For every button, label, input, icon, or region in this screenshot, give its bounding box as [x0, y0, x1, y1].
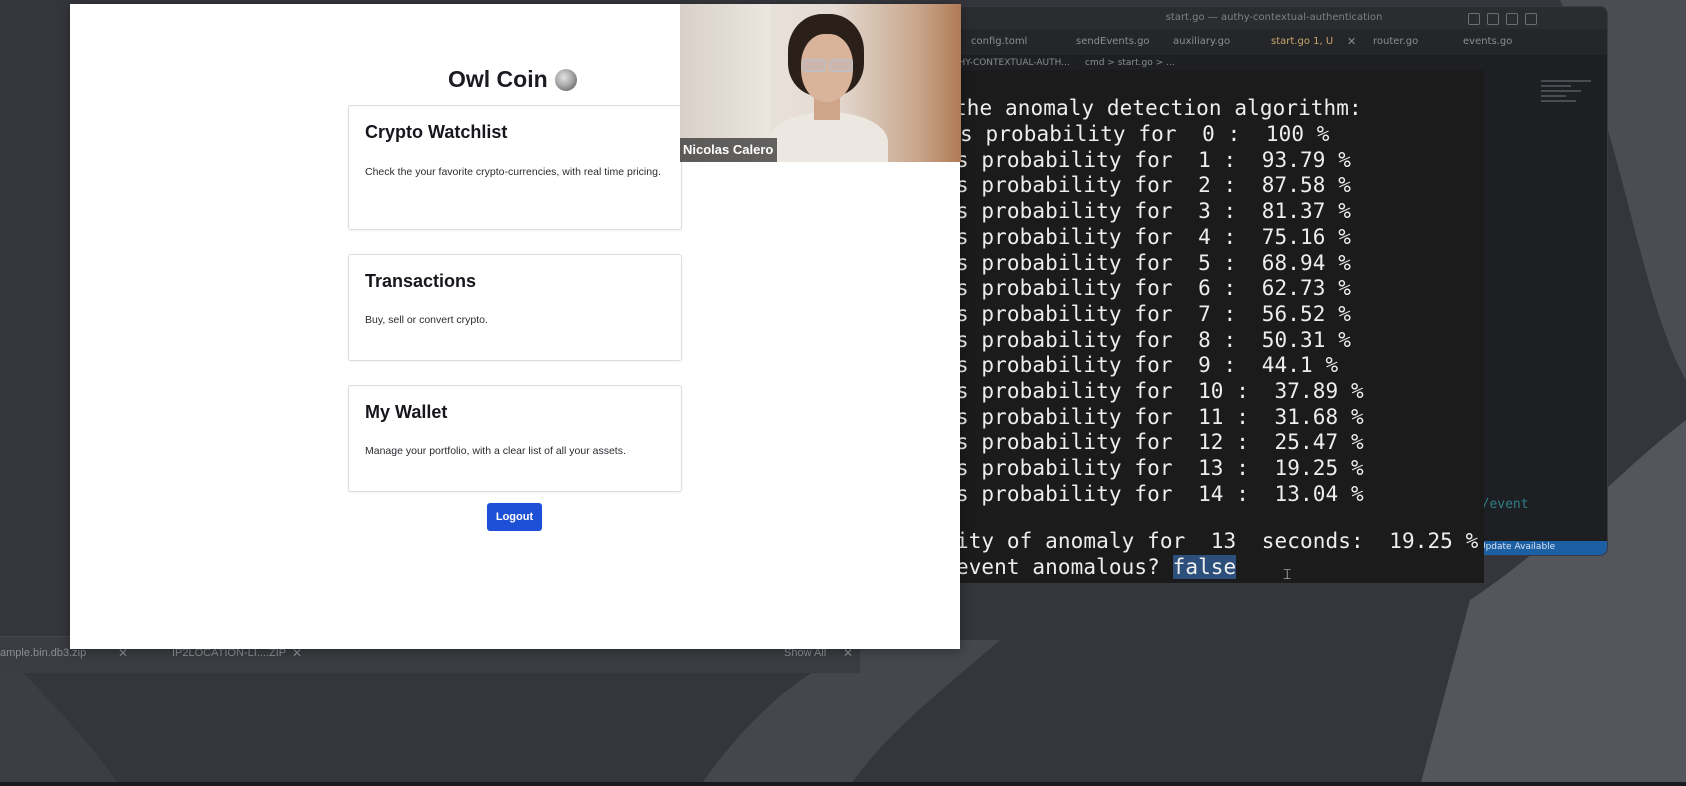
tab-start[interactable]: start.go 1, U [1271, 36, 1333, 47]
logout-button[interactable]: Logout [487, 503, 542, 531]
answer-selected-text[interactable]: false [1172, 555, 1237, 579]
breadcrumb-path[interactable]: cmd > start.go > ... [1085, 58, 1175, 68]
tab-sendevents[interactable]: sendEvents.go [1076, 36, 1150, 47]
card-title: My Wallet [365, 402, 448, 422]
my-wallet-card[interactable]: My Wallet Manage your portfolio, with a … [348, 385, 682, 492]
layout-icon[interactable] [1506, 13, 1518, 25]
minimap [1541, 77, 1591, 117]
layout-icon[interactable] [1468, 13, 1480, 25]
terminal-header-line: the anomaly detection algorithm: [954, 96, 1362, 120]
terminal-line: s probability for 0 : 100 % [960, 122, 1330, 146]
tab-auxiliary[interactable]: auxiliary.go [1173, 36, 1230, 47]
card-title: Transactions [365, 271, 477, 291]
breadcrumb-root[interactable]: THY-CONTEXTUAL-AUTH... [953, 58, 1070, 68]
tab-events[interactable]: events.go [1463, 36, 1512, 47]
presenter-name-tag: Nicolas Calero [680, 138, 778, 162]
card-description: Check the your favorite crypto-currencie… [365, 166, 661, 178]
close-icon[interactable]: ✕ [1347, 35, 1356, 48]
card-title: Crypto Watchlist [365, 122, 508, 142]
webcam-overlay: Nicolas Calero [680, 4, 961, 162]
vscode-titlebar: start.go — authy-contextual-authenticati… [941, 7, 1607, 29]
window-title: start.go — authy-contextual-authenticati… [1165, 12, 1383, 23]
layout-icon[interactable] [1487, 13, 1499, 25]
update-available-status[interactable]: Update Available [1479, 542, 1555, 552]
text-cursor-icon: ⌶ [1283, 566, 1292, 582]
glasses-icon [801, 59, 853, 72]
transactions-card[interactable]: Transactions Buy, sell or convert crypto… [348, 254, 682, 361]
tab-config[interactable]: config.toml [971, 36, 1027, 47]
layout-icon[interactable] [1525, 13, 1537, 25]
crypto-watchlist-card[interactable]: Crypto Watchlist Check the your favorite… [348, 105, 682, 230]
card-description: Manage your portfolio, with a clear list… [365, 445, 626, 457]
moon-icon [554, 68, 577, 91]
editor-tabs: config.toml sendEvents.go auxiliary.go s… [941, 29, 1607, 55]
app-title-text: Owl Coin [448, 66, 548, 92]
card-description: Buy, sell or convert crypto. [365, 314, 488, 326]
page-title: Owl Coin [448, 66, 577, 93]
tab-router[interactable]: router.go [1373, 36, 1418, 47]
